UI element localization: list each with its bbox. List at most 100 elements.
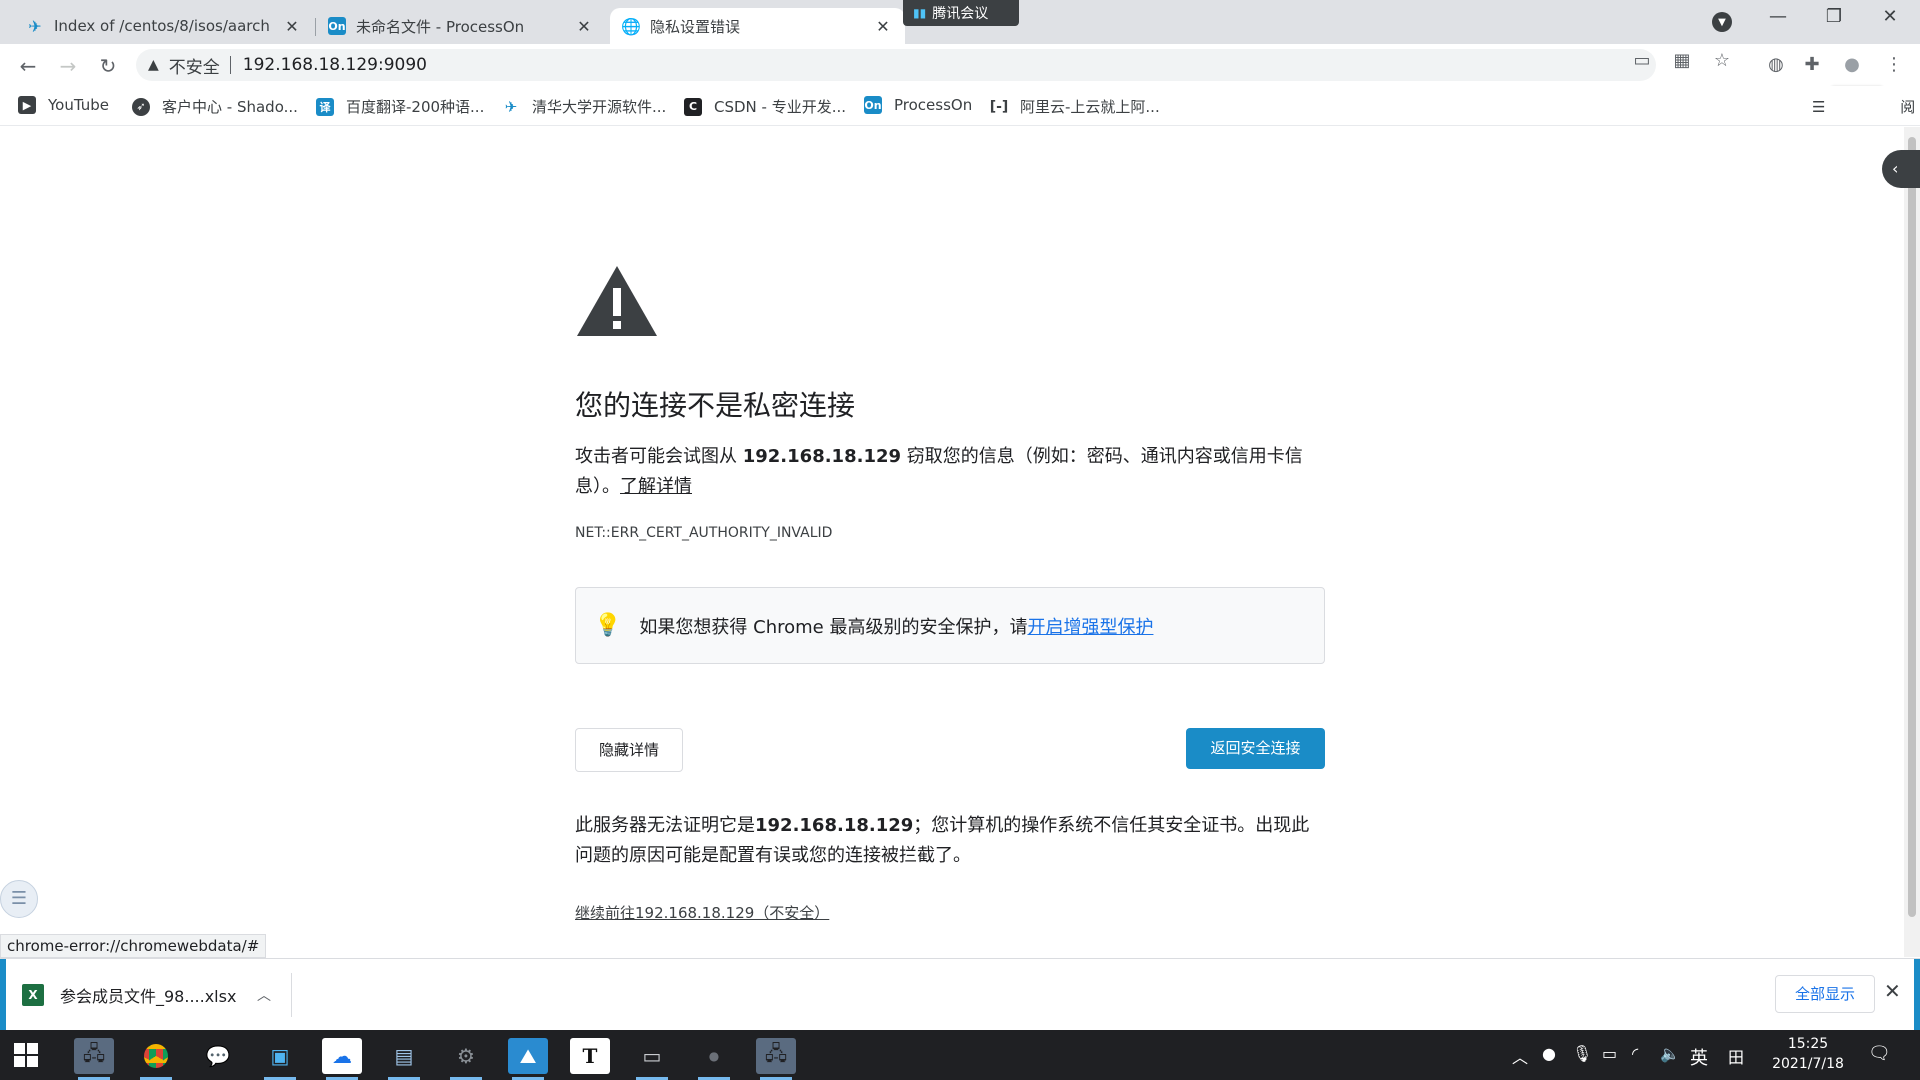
reading-list-button[interactable]: ☰ 阅 [1812,96,1915,117]
bookmark-baidu-translate[interactable]: 译 百度翻译-200种语... [316,96,484,117]
photos-app-icon[interactable]: ⛰ [508,1038,548,1080]
aliyun-icon: [-] [989,98,1009,115]
battery-icon[interactable]: ▭ [1602,1044,1617,1063]
ime-language-indicator[interactable]: 英 [1690,1044,1708,1070]
translate-extension-icon[interactable]: ◍ [1762,54,1790,75]
close-icon[interactable]: ✕ [282,17,302,36]
back-to-safety-button[interactable]: 返回安全连接 [1186,728,1325,769]
wechat-app-icon[interactable]: 💬 [198,1038,238,1074]
reload-button[interactable]: ↻ [94,52,122,80]
close-icon[interactable]: ✕ [1884,979,1901,1003]
system-clock[interactable]: 15:25 2021/7/18 [1760,1034,1856,1074]
youtube-icon: ▶ [18,96,36,114]
bookmark-processon[interactable]: On ProcessOn [864,96,972,114]
address-bar[interactable]: ▲ 不安全 192.168.18.129:9090 [136,49,1656,81]
baidu-netdisk-app-icon[interactable]: ☁ [322,1038,362,1080]
processon-icon: On [328,17,346,35]
toolbar: ← → ↻ ▲ 不安全 192.168.18.129:9090 ▭ ▦ ☆ ◍ … [0,44,1920,86]
details-text: 此服务器无法证明它是 [575,815,755,836]
meeting-badge[interactable]: ▮▮ 腾讯会议 [903,0,1019,26]
close-icon[interactable]: ✕ [873,17,893,36]
url-text[interactable]: 192.168.18.129:9090 [243,55,427,75]
download-item[interactable]: X 参会成员文件_98....xlsx ︿ [22,973,292,1017]
status-bubble: chrome-error://chromewebdata/# [0,934,267,958]
bookmark-csdn[interactable]: C CSDN - 专业开发... [684,96,846,117]
remote-desktop-app-icon[interactable]: 🖧 [756,1038,796,1080]
accent-bar [0,959,6,1031]
signal-icon: ▮▮ [913,6,927,20]
tab-title: 隐私设置错误 [650,17,741,36]
qr-code-icon[interactable]: ▦ [1668,50,1696,71]
forward-button[interactable]: → [54,52,82,80]
microphone-icon[interactable]: 🎙 [1572,1044,1592,1063]
bookmark-youtube[interactable]: ▶ YouTube [18,96,109,114]
details-host: 192.168.18.129 [755,815,914,836]
hide-details-button[interactable]: 隐藏详情 [575,728,683,772]
bookmark-star-icon[interactable]: ☆ [1708,50,1736,71]
floating-chat-icon[interactable]: ☰ [0,880,38,918]
proceed-unsafe-link[interactable]: 继续前往192.168.18.129（不安全） [575,902,829,923]
notification-center-icon[interactable]: 🗨 [1868,1043,1891,1064]
tray-app-icon[interactable]: ● [694,1038,734,1080]
bird-icon: ✈ [504,97,518,116]
tab-search-icon[interactable]: ▼ [1712,12,1732,32]
chrome-app-icon[interactable] [136,1038,176,1080]
settings-app-icon[interactable]: ⚙ [446,1038,486,1080]
remote-desktop-app-icon[interactable]: 🖧 [74,1038,114,1080]
typora-app-icon[interactable]: T [570,1038,610,1074]
rocket-icon: ➶ [132,97,150,116]
wifi-icon[interactable]: ◜ [1632,1044,1638,1063]
tab-strip: ✈ Index of /centos/8/isos/aarch ✕ On 未命名… [0,0,1920,44]
collapse-side-panel-icon[interactable]: ‹ [1882,150,1920,188]
close-window-button[interactable]: ✕ [1870,6,1910,27]
bookmark-label: 清华大学开源软件... [532,98,667,116]
extensions-puzzle-icon[interactable]: ✚ [1798,54,1826,75]
file-explorer-app-icon[interactable]: ▤ [384,1038,424,1080]
warning-icon: ▲ [148,57,159,73]
scrollbar-thumb[interactable] [1908,137,1916,917]
cast-icon[interactable]: ▭ [1628,50,1656,71]
chevron-up-icon[interactable]: ︿ [1512,1044,1528,1068]
chevron-up-icon[interactable]: ︿ [257,985,291,1005]
show-all-button[interactable]: 全部显示 [1775,975,1875,1013]
volume-icon[interactable]: 🔈 [1660,1044,1680,1063]
tab-title: Index of /centos/8/isos/aarch [54,17,270,35]
bookmark-shadow-client[interactable]: ➶ 客户中心 - Shado... [132,96,298,117]
bookmark-tsinghua-mirror[interactable]: ✈ 清华大学开源软件... [502,96,667,117]
omnibox-divider [229,56,231,74]
back-button[interactable]: ← [14,52,42,80]
ime-mode-icon[interactable]: 田 [1728,1044,1744,1068]
restore-button[interactable]: ❐ [1814,6,1854,27]
reading-list-label: 阅 [1900,98,1916,116]
learn-more-link[interactable]: 了解详情 [620,476,692,497]
minimize-button[interactable]: — [1758,6,1798,27]
taskbar: 🖧 💬 ▣ ☁ ▤ ⚙ ⛰ T ▭ ● 🖧 ︿ ● 🎙 ▭ ◜ 🔈 英 田 15… [0,1030,1920,1080]
lightbulb-icon: 💡 [594,613,622,638]
explain-text: 攻击者可能会试图从 [575,446,743,467]
close-icon[interactable]: ✕ [574,17,594,36]
bookmarks-bar: ▶ YouTube ➶ 客户中心 - Shado... 译 百度翻译-200种语… [0,86,1920,126]
reading-list-icon: ☰ [1812,98,1831,116]
meeting-label: 腾讯会议 [932,6,989,22]
clock-date: 2021/7/18 [1772,1056,1844,1072]
insecure-label[interactable]: 不安全 [169,53,220,78]
accent-bar [1914,959,1920,1031]
scrollbar[interactable] [1904,127,1920,957]
excel-file-icon: X [22,984,44,1006]
tab-centos-index[interactable]: ✈ Index of /centos/8/isos/aarch ✕ [14,8,314,44]
bookmark-label: CSDN - 专业开发... [714,98,847,116]
profile-icon[interactable]: ● [1838,54,1866,75]
csdn-icon: C [684,97,702,116]
bookmark-label: ProcessOn [894,96,973,114]
menu-kebab-icon[interactable]: ⋮ [1880,54,1908,75]
tab-privacy-error[interactable]: 🌐 隐私设置错误 ✕ [610,8,905,44]
network-agent-icon[interactable]: ● [1542,1044,1556,1063]
bookmark-aliyun[interactable]: [-] 阿里云-上云就上阿... [990,96,1160,117]
windows-start-icon[interactable] [14,1043,38,1067]
tab-processon[interactable]: On 未命名文件 - ProcessOn ✕ [316,8,606,44]
notes-app-icon[interactable]: ▭ [632,1038,672,1080]
enhanced-protection-link[interactable]: 开启增强型保护 [1027,613,1153,639]
bookmark-label: 阿里云-上云就上阿... [1020,98,1160,116]
processon-icon: On [864,96,882,114]
vmware-app-icon[interactable]: ▣ [260,1038,300,1080]
